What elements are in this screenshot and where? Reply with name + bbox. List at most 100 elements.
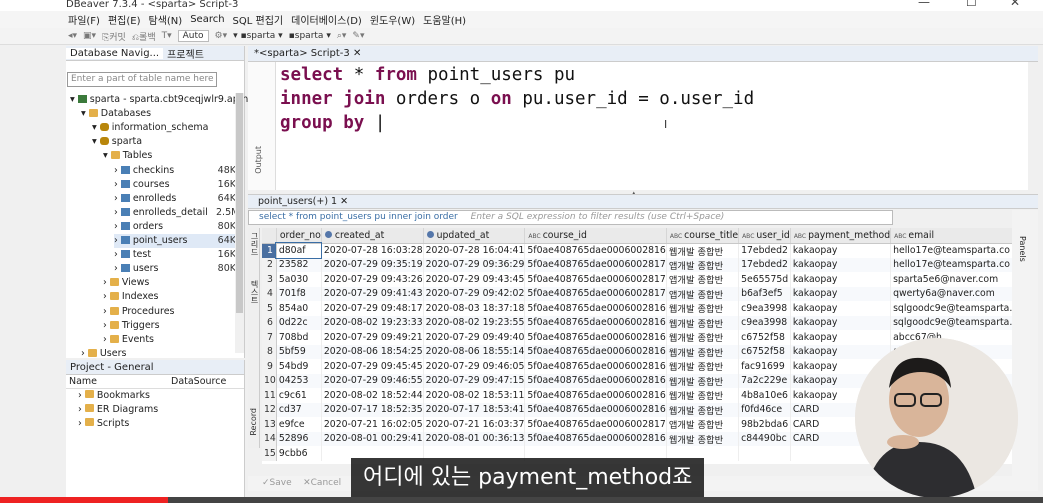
table-cell[interactable]: 0d22c <box>276 315 322 330</box>
table-cell[interactable]: 웹개발 종합반 <box>666 243 740 258</box>
table-cell[interactable]: c9ea3998 <box>738 315 791 330</box>
table-cell[interactable]: kakaopay <box>790 243 892 258</box>
table-cell[interactable]: 5f0ae408765dae0006002816 <box>524 301 667 316</box>
chevron-right-icon[interactable]: › <box>103 306 110 317</box>
tree-item[interactable]: ▾ information_schema <box>92 121 209 135</box>
table-cell[interactable]: 2020-07-28 16:03:28 <box>321 243 424 258</box>
row-number[interactable]: 14 <box>262 431 277 446</box>
table-cell[interactable] <box>738 446 791 461</box>
side-tab-record[interactable]: Record <box>249 408 258 436</box>
table-cell[interactable]: 5f0ae408765dae0006002817 <box>524 272 667 287</box>
row-number[interactable]: 13 <box>262 417 277 432</box>
table-cell[interactable]: 웹개발 종합반 <box>666 344 740 359</box>
chevron-down-icon[interactable]: ▾ <box>103 150 111 161</box>
row-number[interactable]: 9 <box>262 359 277 374</box>
tree-item[interactable]: › Procedures <box>103 305 175 319</box>
table-cell[interactable]: kakaopay <box>790 344 892 359</box>
table-cell[interactable]: b6af3ef5 <box>738 286 791 301</box>
tab-project-general[interactable]: Project - General <box>66 360 244 375</box>
chevron-right-icon[interactable]: › <box>114 207 121 218</box>
table-cell[interactable]: 23582 <box>276 257 322 272</box>
table-cell[interactable]: 854a0 <box>276 301 322 316</box>
table-cell[interactable]: 708bd <box>276 330 322 345</box>
tree-item[interactable]: › Indexes <box>103 290 158 304</box>
table-cell[interactable]: 17ebded2 <box>738 243 791 258</box>
maximize-icon[interactable]: ☐ <box>966 0 977 8</box>
table-cell[interactable]: 5f0ae408765dae0006002817 <box>524 286 667 301</box>
commit-button[interactable]: ⎘커밋 <box>102 30 126 43</box>
table-cell[interactable]: 2020-08-01 00:36:13 <box>423 431 526 446</box>
search-icon[interactable]: ⌕▾ <box>337 31 347 41</box>
table-cell[interactable]: 2020-07-29 09:47:15 <box>423 373 526 388</box>
panels-tab[interactable]: Panels <box>1018 236 1027 262</box>
table-cell[interactable]: 2020-07-29 09:48:17 <box>321 301 424 316</box>
table-cell[interactable]: 98b2bda6 <box>738 417 791 432</box>
table-cell[interactable]: 앱개발 종합반 <box>666 417 740 432</box>
table-row[interactable]: 5 854a0 2020-07-29 09:48:17 2020-08-03 18:3… <box>262 301 1012 316</box>
table-search-input[interactable]: Enter a part of table name here <box>67 72 217 87</box>
table-cell[interactable]: 701f8 <box>276 286 322 301</box>
chevron-right-icon[interactable]: › <box>103 320 110 331</box>
chevron-right-icon[interactable]: › <box>114 263 121 274</box>
tree-item[interactable]: › enrolleds_detail 2.5M <box>114 206 239 220</box>
table-cell[interactable]: 웹개발 종합반 <box>666 301 740 316</box>
table-cell[interactable]: 웹개발 종합반 <box>666 315 740 330</box>
table-cell[interactable]: 2020-07-17 18:53:41 <box>423 402 526 417</box>
table-cell[interactable]: 웹개발 종합반 <box>666 373 740 388</box>
row-number[interactable]: 4 <box>262 286 277 301</box>
table-cell[interactable]: 5f0ae408765dae0006002816 <box>524 344 667 359</box>
chevron-right-icon[interactable]: › <box>114 249 121 260</box>
table-cell[interactable]: fac91699 <box>738 359 791 374</box>
table-cell[interactable]: 앱개발 종합반 <box>666 286 740 301</box>
table-cell[interactable]: 5f0ae408765dae0006002817 <box>524 257 667 272</box>
table-cell[interactable]: f0fd46ce <box>738 402 791 417</box>
table-cell[interactable]: c84490bc <box>738 431 791 446</box>
project-item-er-diagrams[interactable]: › ER Diagrams <box>66 403 244 417</box>
side-tab-grid[interactable]: 그리드 <box>249 232 260 256</box>
table-cell[interactable]: 2020-08-01 00:29:41 <box>321 431 424 446</box>
tab-projects[interactable]: 프로젝트 <box>163 46 208 61</box>
schema-selector[interactable]: ▪sparta ▾ <box>289 31 331 41</box>
chevron-right-icon[interactable]: › <box>114 165 121 176</box>
table-cell[interactable]: 5f0ae408765dae0006002816 <box>524 373 667 388</box>
tree-item[interactable]: › Triggers <box>103 319 160 333</box>
menu-file[interactable]: 파일(F) <box>68 12 100 27</box>
table-cell[interactable]: 9cbb6 <box>276 446 322 461</box>
column-header-user-id[interactable]: ABC user_id <box>738 228 791 244</box>
column-header-email[interactable]: ABC email <box>890 228 1012 244</box>
table-cell[interactable]: 2020-07-29 09:35:19 <box>321 257 424 272</box>
table-cell[interactable]: 웹개발 종합반 <box>666 431 740 446</box>
table-cell[interactable]: 4b8a10e6 <box>738 388 791 403</box>
table-cell[interactable]: 2020-08-03 18:37:18 <box>423 301 526 316</box>
table-cell[interactable]: kakaopay <box>790 272 892 287</box>
table-cell[interactable]: c9c61 <box>276 388 322 403</box>
row-number[interactable]: 1 <box>262 243 277 258</box>
row-number[interactable]: 11 <box>262 388 277 403</box>
chevron-right-icon[interactable]: › <box>103 291 110 302</box>
table-cell[interactable]: 2020-08-02 18:53:11 <box>423 388 526 403</box>
results-filter-input[interactable]: select * from point_users pu inner join … <box>248 210 893 225</box>
table-cell[interactable]: 2020-08-02 19:23:55 <box>423 315 526 330</box>
table-cell[interactable]: 2020-07-29 09:43:45 <box>423 272 526 287</box>
chevron-right-icon[interactable]: › <box>114 235 121 246</box>
rollback-button[interactable]: ⎌롤백 <box>132 30 156 43</box>
column-header-created-at[interactable]: created_at <box>321 228 424 244</box>
table-cell[interactable]: 5a030 <box>276 272 322 287</box>
menu-edit[interactable]: 편집(E) <box>108 12 141 27</box>
tab-database-navigator[interactable]: Database Navig... <box>66 47 164 59</box>
table-cell[interactable]: 5f0ae408765dae0006002816 <box>524 243 667 258</box>
tree-item[interactable]: › Views <box>103 276 149 290</box>
column-name[interactable]: Name <box>66 375 171 388</box>
nav-back-icon[interactable]: ◂▾ <box>68 31 77 41</box>
table-cell[interactable]: 04253 <box>276 373 322 388</box>
table-cell[interactable]: d80af <box>275 242 323 259</box>
tree-item[interactable]: › point_users 64K <box>114 234 236 248</box>
video-progress-bar[interactable] <box>0 497 1043 503</box>
settings-icon[interactable]: ⚙▾ <box>215 31 228 41</box>
chevron-down-icon[interactable]: ▾ <box>81 108 89 119</box>
table-cell[interactable]: 2020-07-28 16:04:41 <box>423 243 526 258</box>
table-cell[interactable]: 5f0ae408765dae0006002816 <box>524 431 667 446</box>
table-cell[interactable]: 웹개발 종합반 <box>666 402 740 417</box>
row-number[interactable]: 12 <box>262 402 277 417</box>
column-header-updated-at[interactable]: updated_at <box>423 228 526 244</box>
